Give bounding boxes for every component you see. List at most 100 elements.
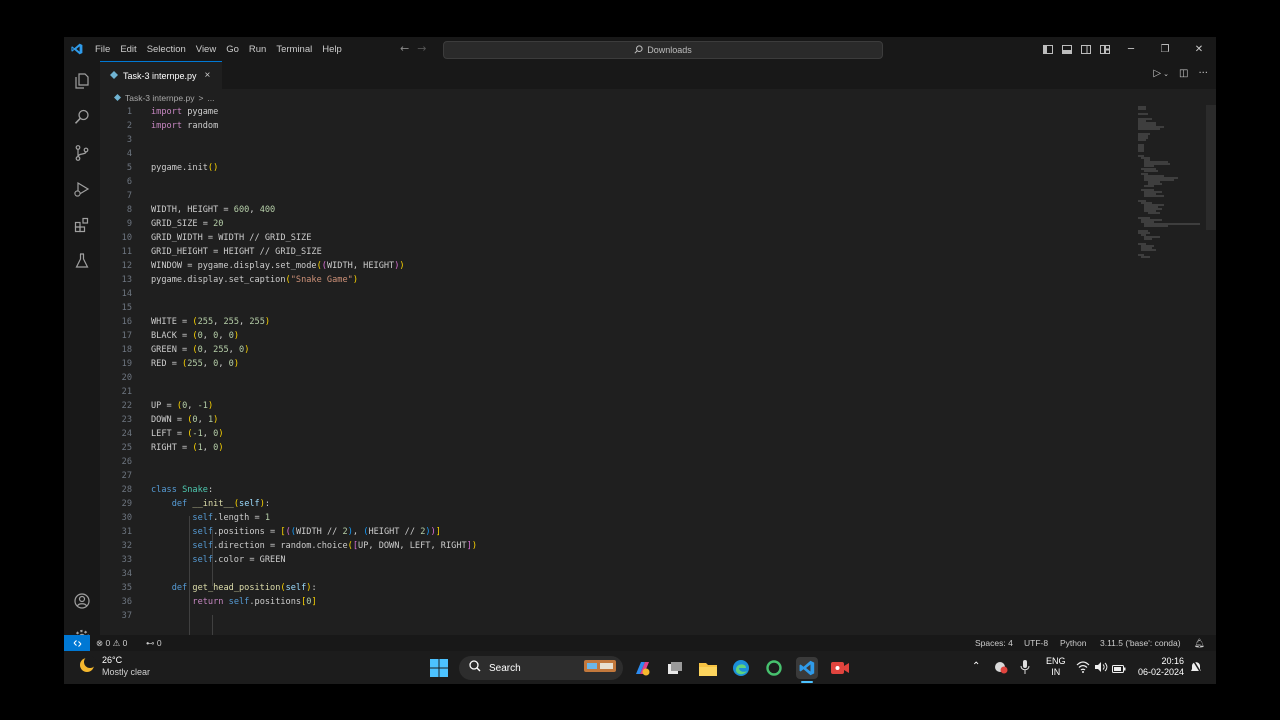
broadcast-icon: ⊷ (146, 637, 155, 648)
menu-view[interactable]: View (191, 44, 221, 55)
python-file-icon (114, 93, 121, 103)
chevron-down-icon[interactable]: ⌄ (1163, 70, 1169, 79)
breadcrumb-more[interactable]: ... (207, 93, 214, 103)
indentation-status[interactable]: Spaces: 4 (975, 635, 1013, 651)
menu-edit[interactable]: Edit (115, 44, 141, 55)
toggle-primary-sidebar-icon[interactable] (1038, 37, 1057, 61)
vertical-scrollbar[interactable] (1206, 105, 1216, 230)
screen-recorder-icon[interactable] (829, 657, 851, 679)
code-line: 19 RED = (255, 0, 0) (121, 359, 240, 369)
volume-icon[interactable] (1094, 660, 1108, 678)
wifi-icon[interactable] (1076, 660, 1090, 678)
toggle-secondary-sidebar-icon[interactable] (1076, 37, 1095, 61)
split-editor-icon[interactable]: ◫ (1179, 68, 1188, 79)
code-line: 6 (126, 177, 132, 187)
code-editor[interactable]: 1 import pygame 2 import random 3 4 5 pygam… (100, 105, 1170, 636)
menu-help[interactable]: Help (317, 44, 347, 55)
file-explorer-icon[interactable] (697, 657, 719, 679)
problems-indicator[interactable]: ⊗ 0 ⚠ 0 (96, 635, 127, 651)
region-code: IN (1051, 667, 1061, 677)
accounts-icon[interactable] (64, 587, 100, 615)
extensions-icon[interactable] (64, 211, 100, 239)
code-line: 14 (121, 289, 132, 299)
menu-file[interactable]: File (90, 44, 115, 55)
menu-terminal[interactable]: Terminal (271, 44, 317, 55)
code-line: 5 pygame.init() (126, 163, 219, 173)
code-line: 15 (121, 303, 132, 313)
search-icon (469, 659, 481, 677)
breadcrumb-file[interactable]: Task-3 internpe.py (125, 93, 194, 103)
weather-desc[interactable]: Mostly clear (102, 667, 150, 677)
remote-indicator-icon[interactable] (64, 635, 90, 651)
toggle-panel-icon[interactable] (1057, 37, 1076, 61)
code-line: 7 (126, 191, 132, 201)
tab-task-3-internpe[interactable]: Task-3 internpe.py × (100, 61, 222, 89)
language-mode-status[interactable]: Python (1060, 635, 1086, 651)
taskbar-search-label: Search (489, 662, 521, 674)
system-clock[interactable]: 20:16 06-02-2024 (1136, 656, 1184, 678)
run-debug-icon[interactable] (64, 175, 100, 203)
forward-arrow-icon[interactable]: → (417, 42, 434, 55)
menu-run[interactable]: Run (244, 44, 271, 55)
ports-count: 0 (156, 638, 162, 648)
active-app-indicator (801, 681, 813, 683)
code-line: 30 self.length = 1 (121, 513, 271, 523)
menu-go[interactable]: Go (221, 44, 244, 55)
taskbar-search-box[interactable]: Search (459, 656, 623, 680)
explorer-icon[interactable] (64, 67, 100, 95)
vscode-logo-icon (64, 43, 90, 55)
code-line: 37 (121, 611, 132, 621)
testing-flask-icon[interactable] (64, 247, 100, 275)
ports-indicator[interactable]: ⊷ 0 (146, 635, 162, 651)
code-line: 18 GREEN = (0, 255, 0) (121, 345, 250, 355)
windows-start-icon[interactable] (428, 657, 450, 679)
more-actions-icon[interactable]: ··· (1198, 68, 1208, 79)
error-count: 0 (105, 638, 111, 648)
code-line: 31 self.positions = [((WIDTH // 2), (HEI… (121, 527, 441, 537)
menu-selection[interactable]: Selection (142, 44, 191, 55)
jupyter-ring-icon[interactable] (763, 657, 785, 679)
title-bar: File Edit Selection View Go Run Terminal… (64, 37, 1216, 61)
battery-icon[interactable] (1112, 661, 1126, 679)
source-control-icon[interactable] (64, 139, 100, 167)
code-line: 24 LEFT = (-1, 0) (121, 429, 224, 439)
copilot-icon[interactable] (631, 657, 653, 679)
code-line: 4 (126, 149, 132, 159)
status-bar: ⊗ 0 ⚠ 0 ⊷ 0 Spaces: 4 UTF-8 Python 3.11.… (64, 635, 1216, 651)
code-line: 21 (121, 387, 132, 397)
restore-icon[interactable]: ❐ (1148, 37, 1182, 61)
python-file-icon (110, 70, 118, 81)
command-center[interactable]: Downloads (443, 41, 883, 59)
code-line: 1 import pygame (126, 107, 219, 117)
interpreter-status[interactable]: 3.11.5 ('base': conda) (1100, 635, 1181, 651)
vscode-window: File Edit Selection View Go Run Terminal… (64, 37, 1216, 684)
warning-count: 0 (122, 638, 128, 648)
notification-center-icon[interactable] (1190, 659, 1202, 679)
notifications-bell-icon[interactable]: 🔔︎ (1194, 635, 1205, 651)
code-line: 27 (121, 471, 132, 481)
code-line: 22 UP = (0, -1) (121, 401, 214, 411)
tab-close-icon[interactable]: × (205, 70, 211, 81)
search-icon (634, 44, 643, 56)
weather-temp[interactable]: 26°C (102, 655, 122, 665)
weather-moon-icon[interactable] (78, 656, 96, 679)
back-arrow-icon[interactable]: ← (400, 42, 417, 55)
vscode-taskbar-icon[interactable] (796, 657, 818, 679)
close-window-icon[interactable]: ✕ (1182, 37, 1216, 61)
minimap[interactable] (1134, 105, 1204, 265)
customize-layout-icon[interactable] (1095, 37, 1114, 61)
search-view-icon[interactable] (64, 103, 100, 131)
run-python-file-icon[interactable]: ▷ (1153, 68, 1161, 79)
code-line: 12 WINDOW = pygame.display.set_mode((WIDT… (121, 261, 405, 271)
minimize-icon[interactable]: ─ (1114, 37, 1148, 61)
encoding-status[interactable]: UTF-8 (1024, 635, 1048, 651)
chevron-up-icon[interactable]: ⌃ (972, 661, 980, 672)
edge-browser-icon[interactable] (730, 657, 752, 679)
tab-label: Task-3 internpe.py (123, 70, 197, 81)
microphone-icon[interactable] (1020, 659, 1030, 680)
activity-bar (64, 61, 100, 645)
antivirus-tray-icon[interactable] (994, 660, 1008, 679)
input-language[interactable]: ENG IN (1046, 656, 1066, 678)
task-view-icon[interactable] (664, 657, 686, 679)
code-line: 17 BLACK = (0, 0, 0) (121, 331, 240, 341)
